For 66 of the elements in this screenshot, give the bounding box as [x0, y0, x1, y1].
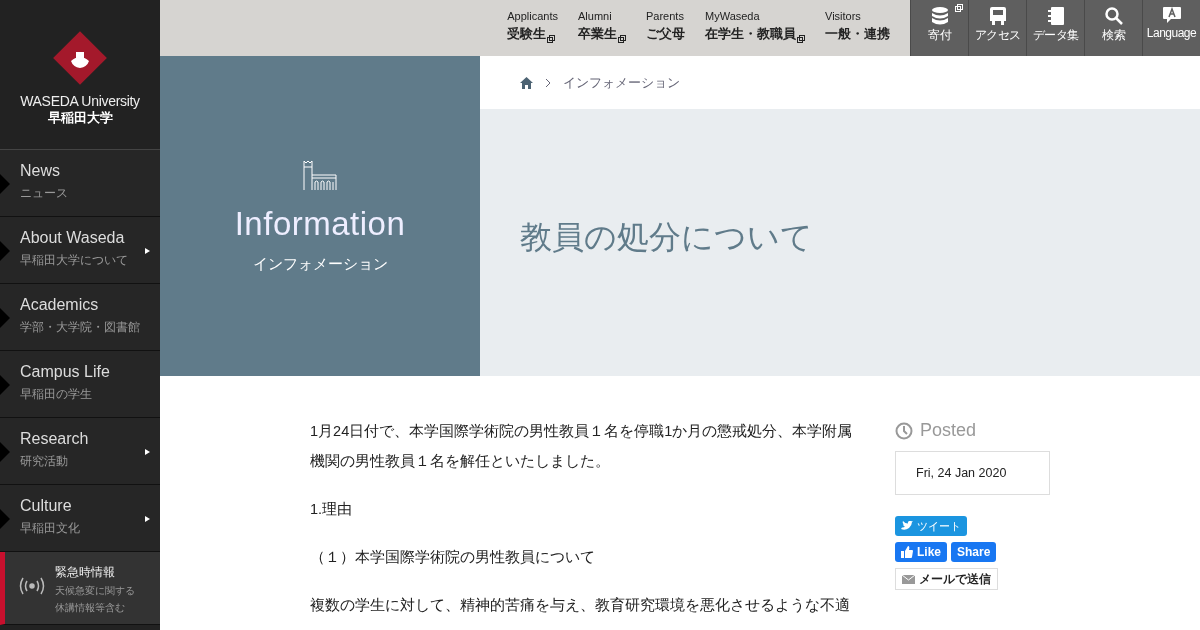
- sidebar-item-subtitle: 早稲田大学について: [20, 252, 128, 269]
- article-paragraph: （１）本学国際学術院の男性教員について: [310, 548, 596, 567]
- section-subtitle: インフォメーション: [252, 254, 388, 274]
- article-paragraph: 複数の学生に対して、精神的苦痛を与え、教育研究環境を悪化させるような不適: [310, 596, 851, 615]
- broadcast-icon: [19, 576, 45, 596]
- arrow-icon: [0, 442, 10, 462]
- posted-heading: Posted: [920, 420, 977, 441]
- audience-link[interactable]: Applicants 受験生: [507, 10, 558, 56]
- envelope-icon: [902, 574, 915, 584]
- building-icon: [303, 158, 337, 191]
- sidebar-item[interactable]: News ニュース: [0, 150, 160, 217]
- sidebar-item-subtitle: ニュース: [20, 185, 68, 202]
- bird-icon: [901, 521, 913, 531]
- breadcrumb-link[interactable]: インフォメーション: [563, 73, 680, 92]
- like-button[interactable]: Like: [895, 542, 947, 562]
- sidebar-item-subtitle: 早稲田の学生: [20, 386, 92, 403]
- share-button[interactable]: Share: [951, 542, 997, 562]
- thumbs-up-icon: [901, 546, 913, 558]
- sidebar-item-title: About Waseda: [20, 229, 126, 247]
- emergency-info-item[interactable]: 緊急時情報 天候急変に関する 休講情報等含む: [0, 552, 160, 625]
- audience-link[interactable]: Visitors 一般・連携: [825, 10, 890, 56]
- toolbar-button[interactable]: アクセス: [968, 0, 1026, 56]
- page-title: 教員の処分について: [520, 217, 813, 257]
- audience-link[interactable]: Parents ご父母: [646, 10, 685, 56]
- toolbar-button[interactable]: Language: [1142, 0, 1200, 56]
- speech-bubble-icon: [1162, 7, 1181, 24]
- sidebar-item[interactable]: Academics 学部・大学院・図書館: [0, 284, 160, 351]
- database-icon: [931, 7, 948, 25]
- sidebar-item[interactable]: Campus Life 早稲田の学生: [0, 351, 160, 418]
- posted-date: Fri, 24 Jan 2020: [895, 451, 1050, 495]
- emergency-title: 緊急時情報: [55, 564, 116, 581]
- sidebar-item-title: Research: [20, 430, 90, 448]
- emergency-description: 天候急変に関する: [55, 584, 135, 598]
- sidebar-item[interactable]: Culture 早稲田文化: [0, 485, 160, 552]
- sidebar-item-subtitle: 早稲田文化: [20, 520, 80, 537]
- chevron-icon: [545, 77, 551, 88]
- toolbar-button[interactable]: 寄付: [910, 0, 968, 56]
- emergency-description: 休講情報等含む: [55, 601, 126, 615]
- arrow-icon: [0, 308, 10, 328]
- arrow-icon: [0, 509, 10, 529]
- arrow-icon: [0, 174, 10, 194]
- article-paragraph: 1月24日付で、本学国際学術院の男性教員１名を停職1か月の懲戒処分、本学附属機関の男性教員１名を解任といたしました。: [310, 422, 854, 471]
- search-icon: [1104, 7, 1123, 25]
- sidebar-item[interactable]: About Waseda 早稲田大学について: [0, 217, 160, 284]
- sidebar-item-subtitle: 研究活動: [20, 453, 68, 470]
- bus-icon: [989, 7, 1006, 25]
- section-title: Information: [234, 204, 406, 243]
- email-button[interactable]: メールで送信: [895, 568, 998, 590]
- arrow-icon: [0, 375, 10, 395]
- sidebar-item-title: Academics: [20, 296, 100, 314]
- arrow-icon: [0, 241, 10, 261]
- audience-link[interactable]: MyWaseda 在学生・教職員: [705, 10, 805, 56]
- article-paragraph: 1.理由: [310, 500, 354, 519]
- audience-link[interactable]: Alumni 卒業生: [578, 10, 626, 56]
- sidebar-item-title: Culture: [20, 497, 73, 515]
- sidebar-item[interactable]: Research 研究活動: [0, 418, 160, 485]
- sidebar-item-subtitle: 学部・大学院・図書館: [20, 319, 140, 336]
- toolbar-button[interactable]: データ集: [1026, 0, 1084, 56]
- toolbar-button[interactable]: 検索: [1084, 0, 1142, 56]
- logo-text[interactable]: WASEDA University: [20, 92, 140, 109]
- notebook-icon: [1047, 7, 1064, 25]
- clock-icon: [895, 421, 913, 440]
- home-icon[interactable]: [520, 76, 533, 89]
- sidebar-item-title: Campus Life: [20, 363, 111, 381]
- logo-text-japanese[interactable]: 早稲田大学: [47, 108, 113, 127]
- sidebar-item-title: News: [20, 162, 61, 180]
